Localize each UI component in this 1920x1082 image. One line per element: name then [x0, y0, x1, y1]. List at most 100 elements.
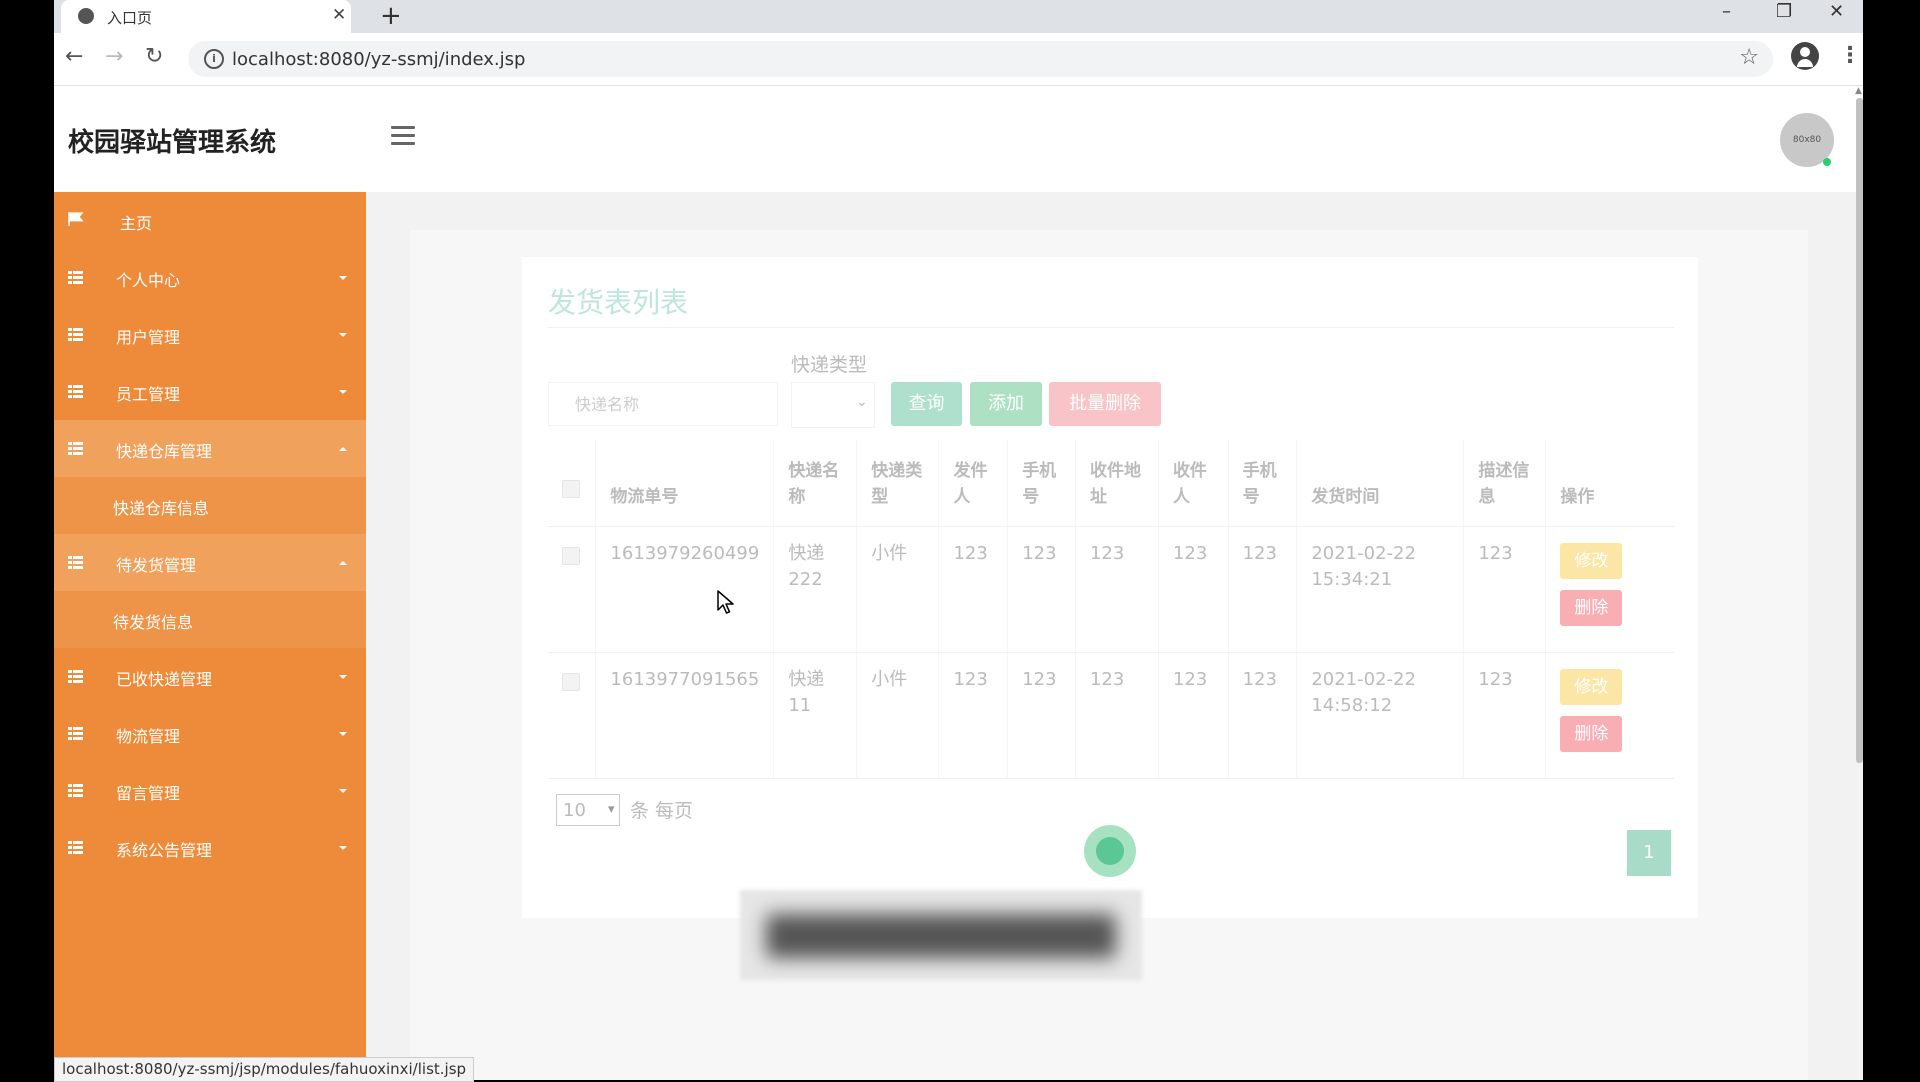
grid-icon	[68, 556, 83, 569]
express-name-input[interactable]: 快递名称	[548, 382, 778, 426]
sidebar-item-label: 快递仓库管理	[116, 442, 213, 461]
row-select-cell	[548, 526, 597, 653]
chevron-down-icon	[339, 333, 347, 337]
sidebar-subitem-pending-info[interactable]: 待发货信息	[54, 591, 366, 648]
sidebar-item-messages[interactable]: 留言管理	[54, 762, 366, 819]
description: 123	[1463, 652, 1547, 779]
sidebar-item-label: 已收快递管理	[116, 670, 213, 689]
tracking-number: 1613979260499	[595, 526, 775, 653]
edit-button[interactable]: 修改	[1560, 542, 1623, 579]
express-type: 小件	[856, 652, 940, 779]
chevron-down-icon: ▾	[608, 802, 615, 817]
close-window-icon[interactable]: ✕	[1829, 1, 1844, 22]
sidebar-item-personal-center[interactable]: 个人中心	[54, 249, 366, 306]
sidebar-item-label: 待发货信息	[113, 613, 194, 632]
table-row: 1613977091565 快递11 小件 123 123 123 123 12…	[548, 652, 1674, 779]
chevron-down-icon	[339, 390, 347, 394]
receiver-phone: 123	[1228, 526, 1298, 653]
mouse-cursor-icon	[717, 590, 734, 614]
browser-tab[interactable]: 入口页 ✕	[61, 0, 351, 33]
bookmark-star-icon[interactable]: ☆	[1739, 45, 1759, 70]
reload-icon[interactable]: ↻	[145, 44, 163, 69]
chevron-down-icon: ⌄	[856, 394, 868, 410]
browser-menu-icon[interactable]: ⋮	[1839, 43, 1861, 68]
scrollbar[interactable]	[1856, 98, 1863, 763]
ship-time: 2021-02-22 15:34:21	[1296, 526, 1465, 653]
close-tab-icon[interactable]: ✕	[332, 5, 346, 25]
column-header: 收件地址	[1075, 440, 1159, 527]
delete-button[interactable]: 删除	[1560, 589, 1623, 626]
sidebar-item-pending-shipment[interactable]: 待发货管理	[54, 534, 366, 591]
sidebar-item-label: 待发货管理	[116, 556, 197, 575]
sidebar-item-staff[interactable]: 员工管理	[54, 363, 366, 420]
info-icon[interactable]: i	[204, 49, 224, 69]
sidebar: 主页 个人中心 用户管理 员工管理 快递仓库管理 快递仓库信息 待发货管理 待发…	[54, 192, 366, 1080]
column-header: 手机号	[1007, 440, 1076, 527]
select-all-checkbox[interactable]	[562, 479, 580, 498]
tracking-number: 1613977091565	[595, 652, 775, 779]
browser-toolbar: ← → ↻ i localhost:8080/yz-ssmj/index.jsp…	[54, 33, 1863, 86]
sidebar-subitem-warehouse-info[interactable]: 快递仓库信息	[54, 477, 366, 534]
sidebar-item-announcements[interactable]: 系统公告管理	[54, 819, 366, 876]
row-select-cell	[548, 652, 597, 779]
select-all-cell	[548, 440, 597, 527]
column-header: 收件人	[1158, 440, 1229, 527]
profile-icon[interactable]	[1791, 42, 1819, 70]
grid-icon	[68, 328, 83, 341]
sender: 123	[938, 526, 1009, 653]
column-header: 快递类型	[856, 440, 940, 527]
receiver-phone: 123	[1228, 652, 1298, 779]
sidebar-item-label: 主页	[120, 214, 153, 233]
tab-strip: 入口页 ✕ + – ❐ ✕	[54, 0, 1863, 33]
blurred-overlay	[740, 890, 1142, 980]
delete-button[interactable]: 删除	[1560, 715, 1623, 752]
minimize-icon[interactable]: –	[1722, 1, 1731, 22]
express-name: 快递222	[773, 526, 858, 653]
column-header: 发件人	[938, 440, 1009, 527]
url-text[interactable]: localhost:8080/yz-ssmj/index.jsp	[232, 49, 525, 70]
sidebar-item-label: 快递仓库信息	[113, 499, 210, 518]
edit-button[interactable]: 修改	[1560, 668, 1623, 705]
forward-icon[interactable]: →	[105, 44, 123, 69]
app-header: 校园驿站管理系统 80x80	[54, 86, 1863, 192]
address: 123	[1075, 652, 1159, 779]
express-name: 快递11	[773, 652, 858, 779]
column-header: 发货时间	[1296, 440, 1465, 527]
restore-icon[interactable]: ❐	[1776, 1, 1792, 22]
back-icon[interactable]: ←	[65, 44, 83, 69]
address-bar[interactable]: i localhost:8080/yz-ssmj/index.jsp ☆	[188, 41, 1773, 77]
page-number-button[interactable]: 1	[1627, 830, 1671, 876]
sidebar-item-received[interactable]: 已收快递管理	[54, 648, 366, 705]
menu-toggle-icon[interactable]	[391, 126, 415, 146]
chevron-down-icon	[339, 276, 347, 280]
sidebar-item-users[interactable]: 用户管理	[54, 306, 366, 363]
query-button[interactable]: 查询	[891, 382, 962, 426]
chevron-up-icon	[339, 561, 347, 565]
column-header: 手机号	[1228, 440, 1298, 527]
sidebar-item-home[interactable]: 主页	[54, 192, 366, 249]
sidebar-item-label: 留言管理	[116, 784, 181, 803]
chevron-up-icon	[339, 447, 347, 451]
grid-icon	[68, 841, 83, 854]
sidebar-item-label: 个人中心	[116, 271, 181, 290]
row-checkbox[interactable]	[562, 546, 580, 565]
scroll-up-icon[interactable]: ▲	[1855, 86, 1862, 96]
address: 123	[1075, 526, 1159, 653]
new-tab-icon[interactable]: +	[380, 1, 402, 31]
add-button[interactable]: 添加	[970, 382, 1042, 426]
batch-delete-button[interactable]: 批量删除	[1049, 382, 1161, 426]
sender: 123	[938, 652, 1009, 779]
table-header-row: 物流单号 快递名称 快递类型 发件人 手机号 收件地址 收件人 手机号 发货时间…	[548, 440, 1674, 527]
actions-cell: 修改 删除	[1545, 652, 1674, 779]
per-page-label: 条 每页	[630, 800, 694, 822]
receiver: 123	[1158, 652, 1229, 779]
flag-icon	[68, 212, 84, 226]
column-header: 物流单号	[595, 440, 775, 527]
sidebar-item-warehouse[interactable]: 快递仓库管理	[54, 420, 366, 477]
row-checkbox[interactable]	[562, 672, 580, 691]
tab-title: 入口页	[107, 9, 153, 27]
actions-cell: 修改 删除	[1545, 526, 1674, 653]
grid-icon	[68, 670, 83, 683]
sidebar-item-logistics[interactable]: 物流管理	[54, 705, 366, 762]
grid-icon	[68, 271, 83, 284]
